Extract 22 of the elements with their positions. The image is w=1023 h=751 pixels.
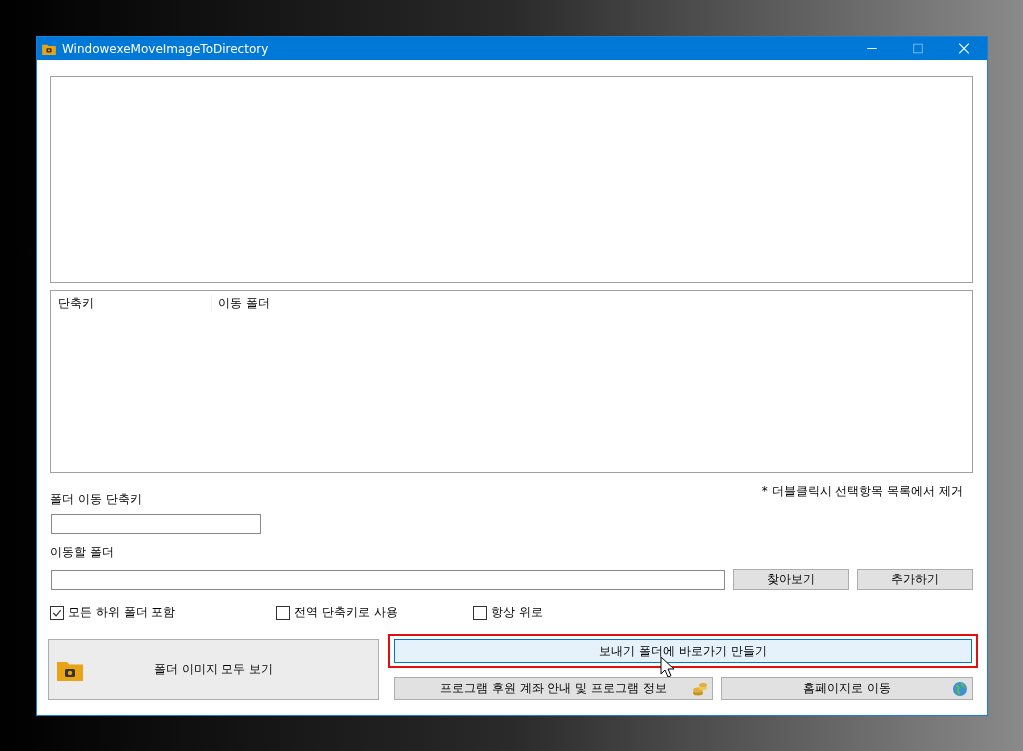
folder-button[interactable]: 추가하기 (857, 569, 973, 590)
donate-button[interactable]: 프로그램 후원 계좌 안내 및 프로그램 정보 (394, 677, 713, 700)
folder-field[interactable] (51, 569, 725, 590)
option-checkbox[interactable]: 모든 하위 폴더 포함 (50, 604, 276, 621)
shortcut-list[interactable]: 단축키 이동 폴더 (50, 290, 973, 473)
window-title: WindowexeMoveImageToDirectory (62, 41, 269, 56)
cursor-icon (660, 656, 674, 678)
homepage-button[interactable]: 홈페이지로 이동 (721, 677, 973, 700)
create-shortcut-button[interactable]: 보내기 폴더에 바로가기 만들기 (394, 639, 972, 663)
globe-icon (952, 681, 968, 697)
column-header[interactable]: 이동 폴더 (218, 295, 280, 312)
option-checkbox[interactable]: 전역 단축키로 사용 (276, 604, 473, 621)
shortcut-field[interactable] (51, 514, 261, 534)
view-all-button[interactable]: 폴더 이미지 모두 보기 (48, 639, 379, 700)
column-header[interactable]: 단축키 (58, 295, 212, 312)
field-label: 폴더 이동 단축키 (50, 491, 142, 508)
folder-button[interactable]: 찾아보기 (733, 569, 849, 590)
folder-icon (42, 42, 56, 55)
coins-icon (692, 681, 708, 697)
option-checkbox[interactable]: 항상 위로 (473, 604, 543, 621)
hint-text: * 더블클릭시 선택항목 목록에서 제거 (761, 483, 963, 500)
field-label: 이동할 폴더 (50, 544, 115, 561)
